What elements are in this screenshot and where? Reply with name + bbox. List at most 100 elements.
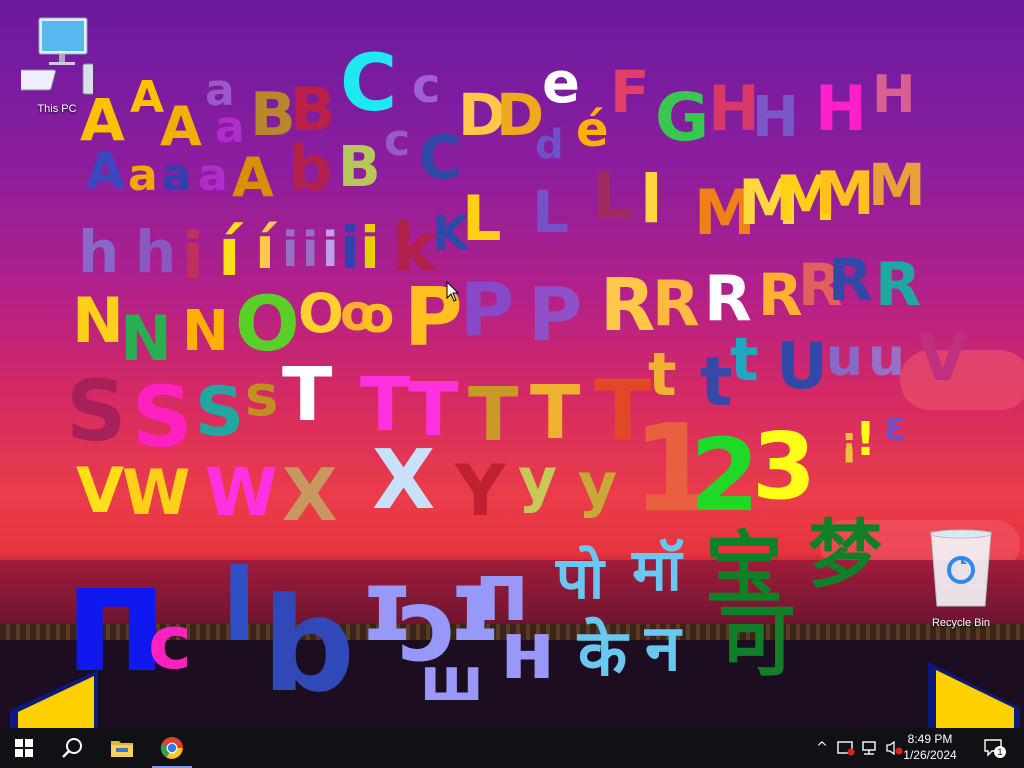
glyph: a <box>198 150 228 201</box>
glyph: c <box>384 115 410 166</box>
chevron-up-icon: ^ <box>816 740 828 756</box>
glyph: D <box>458 81 506 149</box>
clock[interactable]: 8:49 PM 1/26/2024 <box>894 731 966 763</box>
network-tray-button[interactable] <box>858 728 882 768</box>
glyph: R <box>600 263 655 347</box>
network-icon <box>862 741 876 755</box>
glyph: U <box>776 330 828 404</box>
glyph: T <box>530 370 581 456</box>
glyph: í <box>218 214 244 291</box>
glyph: t <box>648 340 677 410</box>
glyph: h <box>135 218 176 286</box>
glyph: S <box>132 368 193 466</box>
chrome-icon <box>160 737 183 759</box>
recycle-bin-icon <box>930 529 992 607</box>
start-button[interactable] <box>0 728 48 768</box>
glyph: 1 <box>632 400 716 539</box>
glyph: t <box>730 325 759 395</box>
glyph: T <box>360 362 411 448</box>
notifications-button[interactable]: 1 <box>978 728 1010 768</box>
glyph: T <box>468 372 519 458</box>
glyph: M <box>815 159 875 229</box>
glyph: s <box>245 364 278 429</box>
security-warning-icon <box>837 741 855 756</box>
glyph: R <box>828 246 873 314</box>
glyph: ¡ <box>840 419 858 465</box>
glyph: H <box>752 85 799 150</box>
glyph: K <box>432 206 471 262</box>
glyph: N <box>72 284 124 357</box>
glyph: l <box>640 161 663 238</box>
glyph: R <box>875 250 921 320</box>
glyph: o <box>340 284 374 342</box>
glyph: u <box>826 328 863 388</box>
glyph: i <box>322 222 338 278</box>
glyph: i <box>360 214 380 282</box>
security-tray-button[interactable] <box>834 728 858 768</box>
search-icon <box>62 738 82 758</box>
wallpaper-ground <box>0 640 1024 728</box>
this-pc-desktop-icon[interactable]: This PC <box>2 14 98 115</box>
glyph: Y <box>454 450 507 532</box>
glyph: S <box>66 362 127 460</box>
wallpaper-hills <box>0 560 1024 630</box>
glyph: c <box>412 58 440 114</box>
windows-logo-icon <box>15 739 33 757</box>
show-hidden-icons-button[interactable]: ^ <box>812 728 832 768</box>
glyph: F <box>610 58 650 126</box>
glyph: M <box>738 166 800 239</box>
glyph: N <box>120 302 172 375</box>
glyph: X <box>282 453 338 537</box>
glyph: R <box>758 261 803 329</box>
glyph: y <box>578 450 617 520</box>
glyph: é <box>576 102 609 158</box>
glyph: H <box>815 72 867 145</box>
glyph: ! <box>855 412 876 466</box>
glyph: B <box>338 135 381 200</box>
glyph: G <box>655 79 709 156</box>
mouse-cursor-icon <box>446 281 460 302</box>
glyph: i <box>340 214 360 282</box>
wallpaper-grass <box>0 624 1024 640</box>
this-pc-label: This PC <box>37 103 77 115</box>
glyph: R <box>798 251 843 319</box>
wallpaper-cloud <box>900 350 1024 410</box>
glyph: M <box>694 176 756 249</box>
next-arrow-icon[interactable] <box>926 662 1022 728</box>
recycle-bin-desktop-icon[interactable]: Recycle Bin <box>922 526 1000 629</box>
glyph: C <box>418 123 462 193</box>
previous-arrow-icon[interactable] <box>6 664 100 728</box>
glyph: y <box>518 445 557 515</box>
glyph: H <box>872 65 916 125</box>
notification-count-badge: 1 <box>994 746 1006 758</box>
glyph: P <box>528 272 582 358</box>
glyph: ε <box>884 404 906 450</box>
glyph: W <box>205 454 278 531</box>
computer-icon <box>2 17 98 95</box>
glyph: P <box>460 267 514 353</box>
glyph: t <box>700 343 733 422</box>
glyph: b <box>288 132 332 205</box>
glyph: L <box>462 182 502 255</box>
glyph: R <box>704 262 752 335</box>
glyph: V <box>76 454 124 527</box>
glyph: T <box>282 352 333 438</box>
chrome-button[interactable] <box>148 728 196 768</box>
search-button[interactable] <box>48 728 96 768</box>
glyph: i <box>282 222 298 278</box>
glyph: A <box>86 142 125 200</box>
file-explorer-icon <box>111 741 133 757</box>
glyph: h <box>78 218 119 286</box>
glyph: T <box>408 367 459 453</box>
desktop[interactable]: A A a A a B B C c D D e é F G H H H H A … <box>0 0 1024 728</box>
glyph: A <box>130 72 164 123</box>
glyph: A <box>232 146 274 209</box>
glyph: X <box>372 433 435 528</box>
glyph: O <box>298 282 344 345</box>
glyph: 2 <box>690 417 760 534</box>
glyph: H <box>708 72 760 145</box>
taskbar: ^ 8:49 PM 1/26/2024 1 <box>0 728 1024 768</box>
glyph: C <box>340 39 397 129</box>
glyph: T <box>594 362 651 460</box>
file-explorer-button[interactable] <box>98 728 146 768</box>
